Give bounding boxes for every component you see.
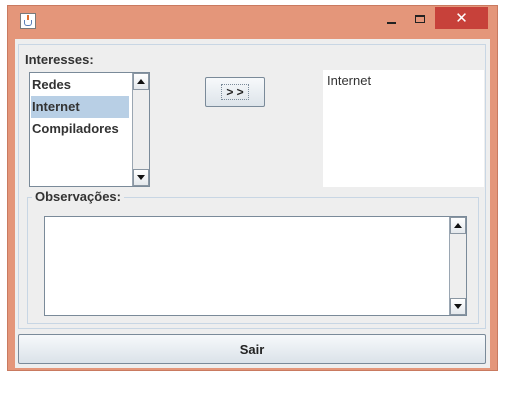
- close-icon: ✕: [455, 9, 468, 27]
- interesses-list[interactable]: Redes Internet Compiladores: [29, 72, 150, 187]
- minimize-icon: [386, 22, 396, 24]
- observacoes-scrollbar[interactable]: [449, 217, 466, 315]
- close-button[interactable]: ✕: [435, 7, 488, 29]
- selected-interests-list[interactable]: Internet: [323, 70, 484, 187]
- minimize-button[interactable]: [379, 8, 403, 30]
- interesses-legend: Interesses:: [22, 52, 97, 67]
- app-window: ✕ Interesses: Redes Internet Compiladore…: [7, 5, 498, 371]
- add-selection-button[interactable]: > >: [205, 77, 265, 107]
- arrow-down-icon: [137, 175, 145, 180]
- observacoes-group: Observações:: [27, 189, 479, 324]
- list-item-internet[interactable]: Internet: [31, 96, 129, 118]
- content-pane: Interesses: Redes Internet Compiladores …: [15, 39, 490, 368]
- scroll-up-button[interactable]: [450, 217, 466, 234]
- selected-item-internet[interactable]: Internet: [327, 73, 371, 88]
- title-bar[interactable]: ✕: [8, 6, 497, 37]
- main-panel: Interesses: Redes Internet Compiladores …: [18, 44, 486, 329]
- exit-button[interactable]: Sair: [18, 334, 486, 364]
- scroll-down-button[interactable]: [133, 169, 149, 186]
- arrow-down-icon: [454, 304, 462, 309]
- maximize-icon: [415, 15, 425, 23]
- scroll-up-button[interactable]: [133, 73, 149, 90]
- list-item-redes[interactable]: Redes: [31, 74, 129, 96]
- interesses-scrollbar[interactable]: [132, 73, 149, 186]
- java-app-icon[interactable]: [20, 13, 36, 29]
- maximize-button[interactable]: [408, 8, 432, 30]
- scroll-down-button[interactable]: [450, 298, 466, 315]
- arrow-up-icon: [454, 223, 462, 228]
- observacoes-legend: Observações:: [32, 189, 124, 204]
- add-selection-label: > >: [221, 84, 249, 100]
- arrow-up-icon: [137, 79, 145, 84]
- observacoes-textarea[interactable]: [44, 216, 467, 316]
- list-item-compiladores[interactable]: Compiladores: [31, 118, 129, 140]
